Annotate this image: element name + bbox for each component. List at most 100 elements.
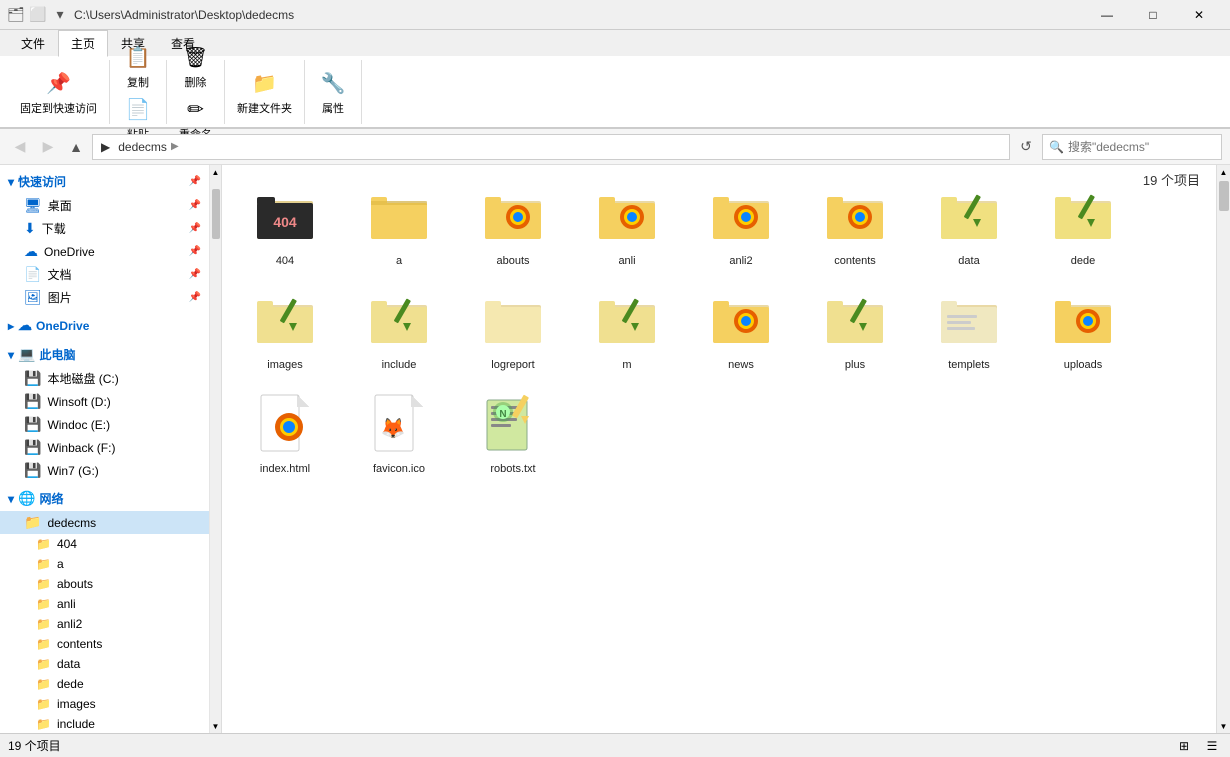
desktop-icon: 🖥 [24, 197, 42, 214]
view-list-button[interactable]: ☰ [1202, 736, 1222, 756]
file-item-plus[interactable]: plus [800, 277, 910, 377]
back-button[interactable]: ◀ [8, 135, 32, 159]
folder-icon-wrap-a [363, 179, 435, 251]
sidebar-item-tree-contents[interactable]: 📁 contents [0, 634, 209, 654]
address-input[interactable]: ▶ dedecms ▶ [92, 134, 1010, 160]
file-grid: 404 404 a [230, 173, 1208, 481]
expand-icon[interactable]: ▾ [52, 7, 68, 23]
file-scroll-down[interactable]: ▼ [1217, 719, 1230, 733]
file-item-abouts[interactable]: abouts [458, 173, 568, 273]
sidebar-item-downloads[interactable]: ⬇ 下载 📌 [0, 217, 209, 240]
file-item-anli2[interactable]: anli2 [686, 173, 796, 273]
ribbon-copy-btn[interactable]: 📋 复制 [118, 40, 158, 92]
refresh-button[interactable]: ↺ [1014, 135, 1038, 159]
file-item-index-html[interactable]: index.html [230, 381, 340, 481]
sidebar-item-desktop[interactable]: 🖥 桌面 📌 [0, 194, 209, 217]
item-count: 19 个项目 [1143, 170, 1200, 189]
sidebar-item-tree-images[interactable]: 📁 images [0, 694, 209, 714]
file-icon-wrap-index [249, 387, 321, 459]
svg-text:404: 404 [273, 214, 297, 230]
ribbon-group-clipboard: 📋 复制 📄 粘贴 [110, 60, 167, 124]
folder-icon-wrap-abouts [477, 179, 549, 251]
scroll-up-arrow[interactable]: ▲ [210, 165, 222, 179]
drive-icon-g: 💾 [24, 462, 41, 479]
sidebar-item-tree-data[interactable]: 📁 data [0, 654, 209, 674]
folder-svg-images [255, 293, 315, 345]
file-item-a[interactable]: a [344, 173, 454, 273]
file-item-uploads[interactable]: uploads [1028, 277, 1138, 377]
sidebar-item-dedecms[interactable]: 📁 dedecms [0, 511, 209, 534]
file-item-include[interactable]: include [344, 277, 454, 377]
sidebar-network-header[interactable]: ▾ 🌐 网络 [0, 486, 209, 511]
file-item-images[interactable]: images [230, 277, 340, 377]
search-input[interactable] [1068, 140, 1223, 154]
status-bar: 19 个项目 ⊞ ☰ [0, 733, 1230, 757]
ribbon-group-organize: 🗑 删除 ✏ 重命名 [167, 60, 225, 124]
folder-icon-contents: 📁 [36, 637, 51, 651]
up-button[interactable]: ▲ [64, 135, 88, 159]
delete-icon: 🗑 [180, 42, 212, 74]
ribbon-pin-btn[interactable]: 📌 固定到快速访问 [16, 66, 101, 118]
file-scroll-track [1217, 179, 1230, 719]
sidebar-item-pictures[interactable]: 🖼 图片 📌 [0, 286, 209, 309]
file-item-404[interactable]: 404 404 [230, 173, 340, 273]
file-item-news[interactable]: news [686, 277, 796, 377]
sidebar-item-documents[interactable]: 📄 文档 📌 [0, 263, 209, 286]
view-grid-button[interactable]: ⊞ [1174, 736, 1194, 756]
file-scroll-thumb[interactable] [1219, 181, 1229, 211]
sidebar-item-tree-include[interactable]: 📁 include [0, 714, 209, 733]
sidebar-section-pc: ▾ 💻 此电脑 💾 本地磁盘 (C:) 💾 Winsoft (D:) 💾 Win… [0, 342, 209, 482]
file-scroll-up[interactable]: ▲ [1217, 165, 1230, 179]
sidebar-item-tree-a[interactable]: 📁 a [0, 554, 209, 574]
sidebar-item-tree-anli2[interactable]: 📁 anli2 [0, 614, 209, 634]
file-item-anli[interactable]: anli [572, 173, 682, 273]
breadcrumb-part[interactable]: ▶ [101, 140, 110, 154]
sidebar-item-e[interactable]: 💾 Windoc (E:) [0, 413, 209, 436]
sidebar-item-tree-abouts[interactable]: 📁 abouts [0, 574, 209, 594]
sidebar-pc-header[interactable]: ▾ 💻 此电脑 [0, 342, 209, 367]
file-label-plus: plus [845, 359, 865, 371]
ribbon-newfolder-btn[interactable]: 📁 新建文件夹 [233, 66, 296, 118]
sidebar-item-tree-404[interactable]: 📁 404 [0, 534, 209, 554]
sidebar-onedrive-header[interactable]: ▸ ☁ OneDrive [0, 313, 209, 338]
ribbon-delete-btn[interactable]: 🗑 删除 [176, 40, 216, 92]
folder-svg-logreport [483, 293, 543, 345]
file-label-abouts: abouts [496, 255, 529, 267]
sidebar-item-tree-anli[interactable]: 📁 anli [0, 594, 209, 614]
file-content: 19 个项目 404 404 [222, 165, 1216, 733]
file-item-favicon-ico[interactable]: 🦊 favicon.ico [344, 381, 454, 481]
file-item-logreport[interactable]: logreport [458, 277, 568, 377]
search-box[interactable]: 🔍 [1042, 134, 1222, 160]
forward-button[interactable]: ▶ [36, 135, 60, 159]
scroll-thumb[interactable] [212, 189, 220, 239]
tab-file[interactable]: 文件 [8, 30, 58, 56]
file-item-robots-txt[interactable]: N robots.txt [458, 381, 568, 481]
drive-icon-f: 💾 [24, 439, 41, 456]
drive-f-label: Winback (F:) [47, 441, 115, 455]
tab-home[interactable]: 主页 [58, 30, 108, 57]
sidebar-item-onedrive-quick[interactable]: ☁ OneDrive 📌 [0, 240, 209, 263]
file-item-m[interactable]: m [572, 277, 682, 377]
sidebar-item-d[interactable]: 💾 Winsoft (D:) [0, 390, 209, 413]
drive-d-label: Winsoft (D:) [47, 395, 110, 409]
file-label-404: 404 [276, 255, 294, 267]
file-item-data[interactable]: data [914, 173, 1024, 273]
ribbon-properties-btn[interactable]: 🔧 属性 [313, 66, 353, 118]
folder-icon-images: 📁 [36, 697, 51, 711]
scroll-down-arrow[interactable]: ▼ [210, 719, 222, 733]
minimize-button[interactable]: — [1084, 0, 1130, 30]
sidebar-item-g[interactable]: 💾 Win7 (G:) [0, 459, 209, 482]
file-label-contents: contents [834, 255, 876, 267]
sidebar-quickaccess-header[interactable]: ▾ 快速访问 📌 [0, 169, 209, 194]
sidebar-item-f[interactable]: 💾 Winback (F:) [0, 436, 209, 459]
tree-include-label: include [57, 717, 95, 731]
file-item-dede[interactable]: dede [1028, 173, 1138, 273]
file-item-contents[interactable]: contents [800, 173, 910, 273]
breadcrumb-folder[interactable]: dedecms [118, 140, 167, 154]
sidebar-item-c[interactable]: 💾 本地磁盘 (C:) [0, 367, 209, 390]
maximize-button[interactable]: □ [1130, 0, 1176, 30]
sidebar-item-tree-dede[interactable]: 📁 dede [0, 674, 209, 694]
quick-access-icon[interactable]: ⬜ [30, 7, 46, 23]
close-button[interactable]: ✕ [1176, 0, 1222, 30]
file-item-templets[interactable]: templets [914, 277, 1024, 377]
